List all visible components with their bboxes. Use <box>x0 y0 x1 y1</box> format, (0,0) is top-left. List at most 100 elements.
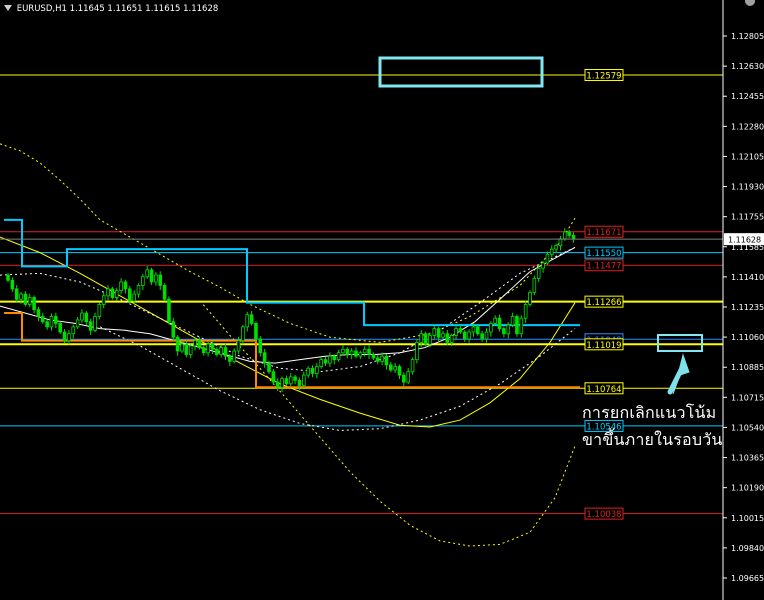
candle-body <box>441 333 445 338</box>
candle-body <box>36 309 41 317</box>
candle-body <box>280 378 284 388</box>
price-level-label-text: 1.11266 <box>586 298 621 308</box>
candle-body <box>249 314 254 324</box>
candle-body <box>288 376 293 385</box>
candle-body <box>475 326 480 335</box>
candle-body <box>58 322 62 333</box>
candle-body <box>454 328 458 336</box>
candle-body <box>449 335 454 343</box>
candle-body <box>432 328 437 336</box>
candle-body <box>180 343 184 352</box>
candle-body <box>210 343 215 350</box>
candle-body <box>141 276 145 286</box>
candle-body <box>228 355 232 362</box>
candle-body <box>375 357 380 362</box>
candle-body <box>549 248 554 255</box>
price-axis-label: 1.11410 <box>731 273 764 282</box>
candle-body <box>201 347 206 354</box>
candle-body <box>258 338 263 354</box>
price-axis-label: 1.09840 <box>731 544 764 553</box>
candle-body <box>554 245 558 250</box>
price-axis-label: 1.09665 <box>731 574 764 583</box>
candle-body <box>262 352 267 364</box>
candle-body <box>284 378 289 385</box>
symbol-timeframe: EURUSD,H1 <box>16 4 67 14</box>
candle-body <box>32 297 36 310</box>
candle-body <box>19 293 23 300</box>
candle-body <box>519 317 524 335</box>
price-level-label-text: 1.10764 <box>586 385 621 395</box>
candle-body <box>362 348 367 354</box>
candle-body <box>301 374 306 386</box>
candle-body <box>315 366 319 374</box>
price-axis-label: 1.12455 <box>731 92 764 101</box>
price-level-label: 1.11550 <box>584 246 624 259</box>
candle-body <box>563 231 567 240</box>
candle-body <box>471 326 476 333</box>
price-level-label: 1.10764 <box>584 382 624 395</box>
candle-body <box>219 347 223 355</box>
candle-body <box>410 359 415 373</box>
candle-body <box>154 274 158 283</box>
price-chart[interactable]: 1.12579 1.11671 1.11550 1.11477 1.11266 1.110… <box>0 0 764 600</box>
candle-body <box>480 333 484 340</box>
candle-body <box>293 376 297 381</box>
candle-body <box>145 269 150 278</box>
candle-body <box>136 285 141 295</box>
candle-body <box>236 340 241 352</box>
price-axis-label: 1.12630 <box>731 62 764 71</box>
candle-body <box>245 314 250 328</box>
candle-body <box>97 304 102 317</box>
candle-body <box>132 293 136 302</box>
candle-body <box>206 343 210 354</box>
candle-body <box>371 354 376 359</box>
price-axis-label: 1.10885 <box>731 363 764 372</box>
price-level-label-text: 1.11550 <box>586 249 621 259</box>
price-axis-label: 1.12280 <box>731 122 764 131</box>
candle-body <box>306 367 310 376</box>
annotation-line-1: การยกเลิกแนวโน้ม <box>582 403 717 422</box>
price-axis-label: 1.10190 <box>731 484 764 493</box>
candle-body <box>336 352 341 361</box>
candle-body <box>497 317 502 329</box>
candle-body <box>127 288 132 302</box>
price-level-label-text: 1.11019 <box>586 341 621 351</box>
price-axis-label: 1.10540 <box>731 423 764 432</box>
candle-body <box>510 316 515 326</box>
candle-body <box>423 333 428 345</box>
price-axis-label: 1.11235 <box>731 303 764 312</box>
candle-body <box>119 281 123 292</box>
candle-body <box>515 316 519 335</box>
candle-body <box>175 336 180 352</box>
candle-body <box>80 312 84 321</box>
candle-body <box>428 335 432 345</box>
candle-body <box>214 348 219 355</box>
candle-body <box>75 319 80 328</box>
candle-body <box>223 347 228 357</box>
price-axis-label: 1.11755 <box>731 213 764 222</box>
candle-body <box>45 321 49 328</box>
candle-body <box>267 362 271 373</box>
candle-body <box>406 371 410 383</box>
candle-body <box>167 298 171 323</box>
price-level-label-text: 1.11477 <box>586 262 621 272</box>
candle-body <box>567 231 571 236</box>
candle-body <box>345 348 350 355</box>
candle-body <box>493 317 497 324</box>
candle-body <box>523 304 528 319</box>
price-level-label-text: 1.12579 <box>586 72 621 82</box>
candle-body <box>415 341 419 361</box>
candle-body <box>149 269 154 283</box>
candle-body <box>532 278 537 293</box>
price-axis-label: 1.10015 <box>731 514 764 523</box>
candle-body <box>558 238 563 247</box>
ohlc-values: 1.11645 1.11651 1.11615 1.11628 <box>69 4 219 14</box>
candle-body <box>502 328 506 335</box>
dropdown-triangle-icon[interactable] <box>4 5 12 11</box>
candle-body <box>67 333 71 342</box>
candle-body <box>106 288 110 297</box>
price-axis-label: 1.12805 <box>731 32 764 41</box>
candle-body <box>41 316 45 323</box>
candle-body <box>84 312 89 323</box>
price-level-label: 1.11266 <box>584 295 624 308</box>
